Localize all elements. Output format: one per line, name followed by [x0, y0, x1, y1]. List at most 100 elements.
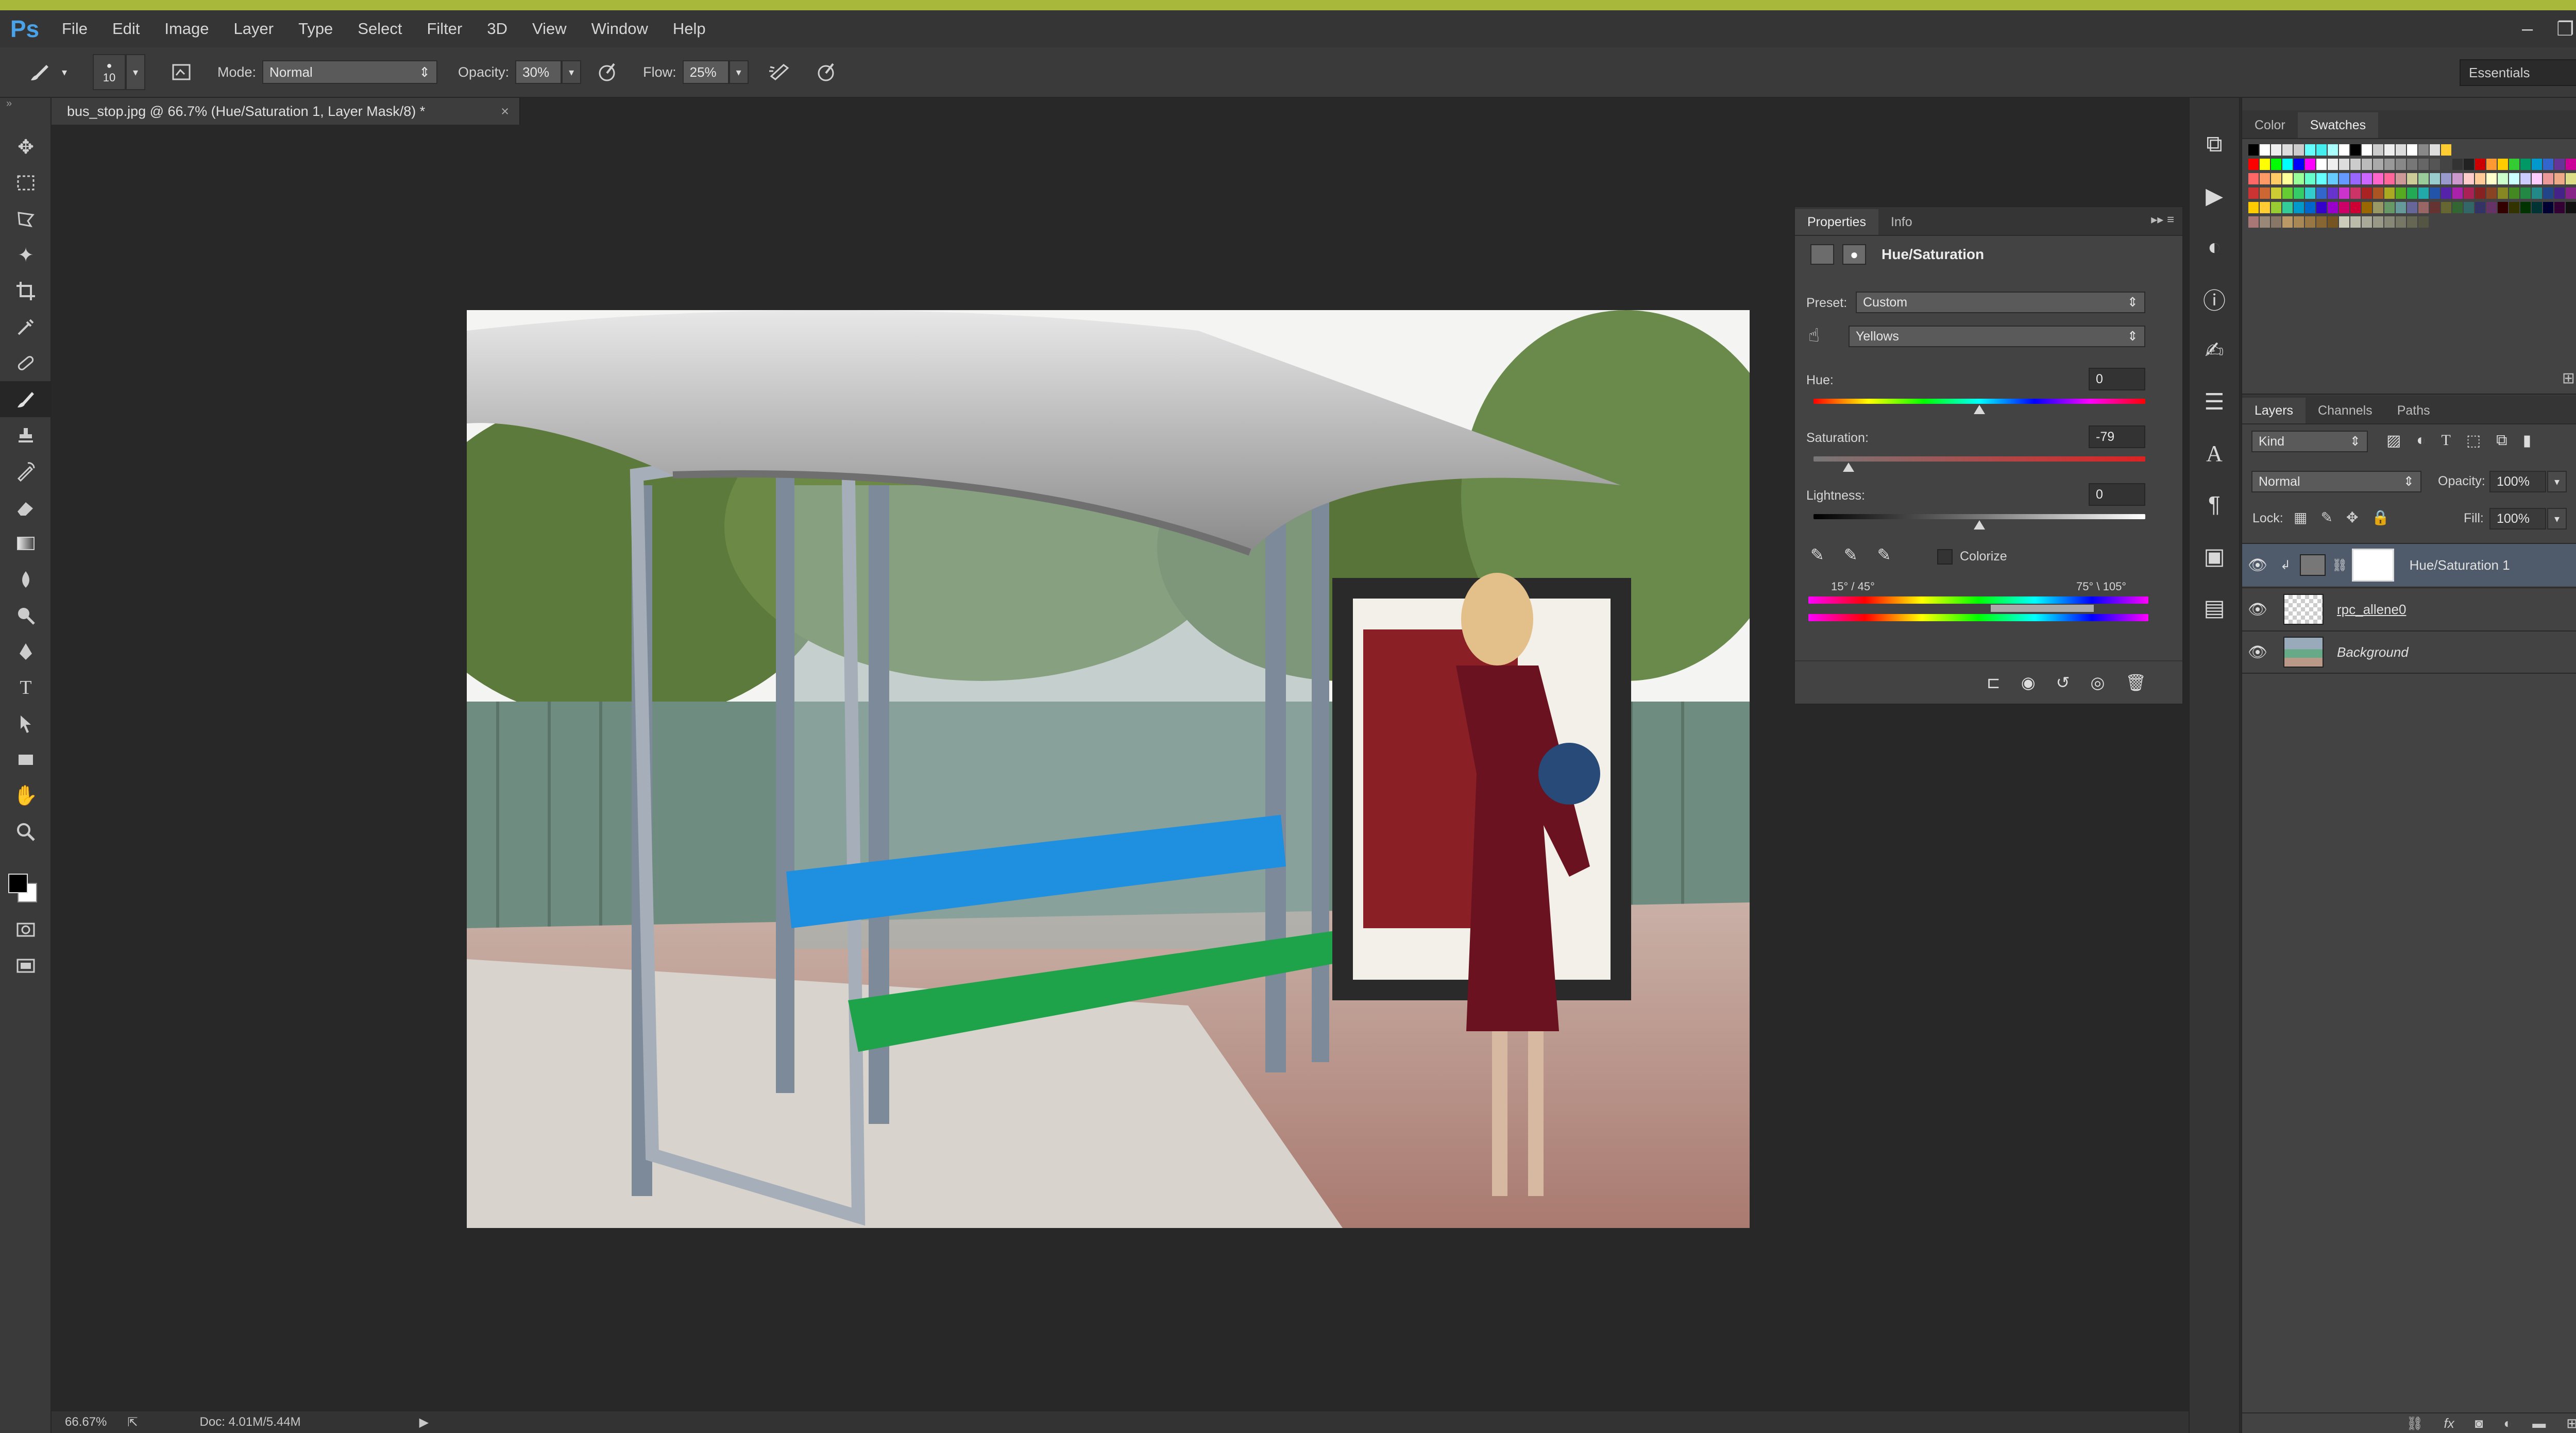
lasso-tool-icon[interactable]	[0, 201, 52, 237]
layer-row-background[interactable]: 👁 Background 🔒	[2242, 630, 2576, 674]
swatch-chip[interactable]	[2430, 202, 2440, 213]
menu-select[interactable]: Select	[345, 10, 414, 47]
swatch-chip[interactable]	[2294, 144, 2304, 156]
hand-tool-icon[interactable]: ✋	[0, 778, 52, 814]
swatch-chip[interactable]	[2396, 202, 2406, 213]
swatch-chip[interactable]	[2430, 144, 2440, 156]
swatch-chip[interactable]	[2532, 187, 2542, 199]
swatch-chip[interactable]	[2260, 216, 2270, 228]
swatch-chip[interactable]	[2464, 144, 2474, 156]
menu-image[interactable]: Image	[152, 10, 221, 47]
layer-row-rpc[interactable]: 👁 rpc_allene0	[2242, 587, 2576, 630]
swatch-chip[interactable]	[2520, 216, 2531, 228]
paragraph-panel-icon[interactable]: ¶	[2190, 479, 2239, 531]
swatch-chip[interactable]	[2362, 159, 2372, 170]
swatch-chip[interactable]	[2384, 144, 2395, 156]
share-icon[interactable]: ⇱	[127, 1415, 138, 1430]
swatch-chip[interactable]	[2418, 173, 2429, 184]
eraser-tool-icon[interactable]	[0, 489, 52, 525]
swatch-chip[interactable]	[2328, 202, 2338, 213]
character-panel-icon[interactable]: A	[2190, 428, 2239, 479]
swatch-chip[interactable]	[2362, 144, 2372, 156]
hue-slider-track[interactable]	[1814, 399, 2145, 404]
swatch-chip[interactable]	[2486, 173, 2497, 184]
swatch-chip[interactable]	[2520, 144, 2531, 156]
eyedropper-icon[interactable]: ✎	[1810, 545, 1824, 565]
swatch-chip[interactable]	[2407, 159, 2417, 170]
type-tool-icon[interactable]: T	[0, 670, 52, 706]
clip-to-layer-icon[interactable]: ⊏	[1987, 673, 2001, 692]
menu-type[interactable]: Type	[286, 10, 345, 47]
swatch-chip[interactable]	[2554, 202, 2565, 213]
swatch-chip[interactable]	[2305, 173, 2315, 184]
swatch-chip[interactable]	[2475, 216, 2485, 228]
marquee-tool-icon[interactable]	[0, 165, 52, 201]
fx-icon[interactable]: fx	[2444, 1415, 2454, 1431]
swatch-chip[interactable]	[2464, 159, 2474, 170]
brush-tool-icon[interactable]	[0, 381, 52, 417]
layer-opacity-input[interactable]: 100%	[2489, 471, 2546, 492]
reset-icon[interactable]: ↺	[2056, 673, 2070, 692]
swatch-chip[interactable]	[2373, 159, 2383, 170]
swatch-chip[interactable]	[2350, 144, 2361, 156]
zoom-level[interactable]: 66.67%	[65, 1415, 107, 1429]
status-menu-arrow-icon[interactable]: ▶	[419, 1415, 429, 1430]
history-brush-tool-icon[interactable]	[0, 453, 52, 489]
swatch-chip[interactable]	[2441, 216, 2451, 228]
swatch-chip[interactable]	[2464, 216, 2474, 228]
swatch-chip[interactable]	[2452, 187, 2463, 199]
swatch-chip[interactable]	[2441, 159, 2451, 170]
swatch-chip[interactable]	[2486, 159, 2497, 170]
swatch-chip[interactable]	[2543, 159, 2553, 170]
swatch-chip[interactable]	[2316, 144, 2327, 156]
swatch-chip[interactable]	[2418, 159, 2429, 170]
lock-transparency-icon[interactable]: ▦	[2294, 509, 2307, 526]
opacity-input[interactable]: 30%	[515, 60, 562, 84]
swatch-chip[interactable]	[2452, 216, 2463, 228]
swatch-chip[interactable]	[2294, 173, 2304, 184]
colorize-checkbox[interactable]	[1937, 549, 1953, 565]
swatch-chip[interactable]	[2271, 202, 2281, 213]
swatch-chip[interactable]	[2543, 144, 2553, 156]
eye-icon[interactable]: 👁	[2242, 556, 2273, 574]
swatch-chip[interactable]	[2328, 144, 2338, 156]
swatch-chip[interactable]	[2475, 144, 2485, 156]
tab-info[interactable]: Info	[1878, 209, 1925, 235]
swatch-chip[interactable]	[2271, 144, 2281, 156]
swatch-chip[interactable]	[2407, 202, 2417, 213]
layer-mask-thumbnail[interactable]	[2351, 549, 2394, 582]
document-canvas[interactable]	[467, 310, 1750, 1228]
swatch-chip[interactable]	[2260, 173, 2270, 184]
swatch-chip[interactable]	[2396, 159, 2406, 170]
swatch-chip[interactable]	[2316, 159, 2327, 170]
swatch-chip[interactable]	[2430, 216, 2440, 228]
fill-dropdown[interactable]: ▾	[2547, 508, 2567, 530]
swatch-chip[interactable]	[2294, 159, 2304, 170]
swatch-chip[interactable]	[2396, 187, 2406, 199]
swatch-chip[interactable]	[2350, 159, 2361, 170]
visibility-icon[interactable]: ◎	[2090, 673, 2105, 692]
saturation-slider-thumb[interactable]	[1842, 463, 1854, 472]
swatch-chip[interactable]	[2486, 187, 2497, 199]
eyedropper-plus-icon[interactable]: ✎	[1844, 545, 1858, 565]
swatch-chip[interactable]	[2373, 173, 2383, 184]
menu-edit[interactable]: Edit	[100, 10, 152, 47]
layer-name[interactable]: Background	[2337, 644, 2409, 660]
swatch-chip[interactable]	[2452, 173, 2463, 184]
swatch-chip[interactable]	[2362, 173, 2372, 184]
swatch-chip[interactable]	[2316, 202, 2327, 213]
layer-filter-select[interactable]: Kind ⇕	[2251, 431, 2368, 452]
swatch-chip[interactable]	[2509, 173, 2519, 184]
swatch-chip[interactable]	[2316, 187, 2327, 199]
swatch-chip[interactable]	[2328, 216, 2338, 228]
blend-mode-select[interactable]: Normal ⇕	[2251, 471, 2421, 492]
swatch-chip[interactable]	[2384, 187, 2395, 199]
layer-opacity-dropdown[interactable]: ▾	[2547, 471, 2567, 492]
swatch-chip[interactable]	[2498, 216, 2508, 228]
menu-layer[interactable]: Layer	[222, 10, 286, 47]
swatch-chip[interactable]	[2362, 187, 2372, 199]
hue-slider-thumb[interactable]	[1974, 405, 1985, 414]
lock-all-icon[interactable]: 🔒	[2371, 509, 2389, 526]
swatch-chip[interactable]	[2282, 216, 2293, 228]
swatch-chip[interactable]	[2384, 202, 2395, 213]
